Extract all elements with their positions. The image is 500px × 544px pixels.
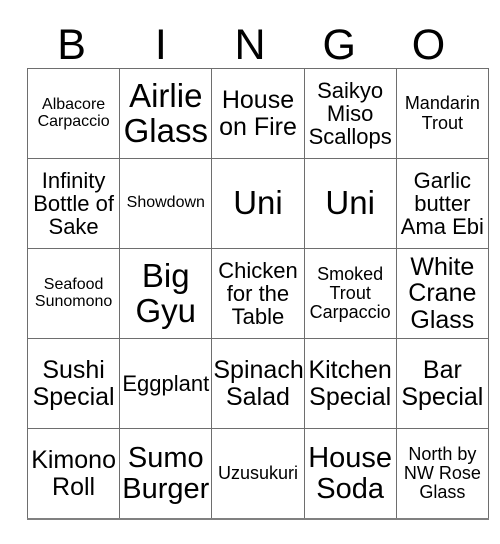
bingo-cell[interactable]: Albacore Carpaccio [26,68,121,159]
bingo-grid: Albacore Carpaccio Airlie Glass House on… [26,68,489,520]
bingo-cell-label: Showdown [126,194,205,212]
bingo-cell-label: Mandarin Trout [404,93,480,133]
bingo-cell[interactable]: Infinity Bottle of Sake [26,158,121,249]
bingo-row: Kimono Roll Sumo Burger Uzusukuri House … [26,428,489,520]
bingo-cell-label: Albacore Carpaccio [37,95,110,130]
bingo-header-letter-g: G [322,21,356,69]
bingo-cell-label: Seafood Sunomono [34,275,113,310]
bingo-cell-label: Eggplant [122,370,210,396]
bingo-cell[interactable]: Kitchen Special [303,338,397,429]
bingo-cell[interactable]: Eggplant [119,338,213,429]
bingo-cell-label: Uni [233,184,283,222]
bingo-header-letter-b: B [57,21,86,69]
bingo-cell[interactable]: Seafood Sunomono [26,248,121,339]
bingo-cell-label: House on Fire [219,86,297,141]
bingo-cell-label: White Crane Glass [408,252,477,334]
bingo-row: Infinity Bottle of Sake Showdown Uni Uni… [26,158,489,249]
bingo-header-row: B I N G O [27,18,473,68]
bingo-cell[interactable]: Mandarin Trout [395,68,489,159]
bingo-header-letter-i: I [154,21,167,69]
bingo-cell-label: Uni [325,184,375,222]
bingo-cell[interactable]: Uni [303,158,397,249]
bingo-cell-label: Sumo Burger [122,441,210,505]
bingo-cell-label: House Soda [308,441,393,505]
bingo-cell-label: Chicken for the Table [218,257,298,330]
bingo-cell[interactable]: Chicken for the Table [211,248,305,339]
bingo-cell[interactable]: House on Fire [211,68,305,159]
bingo-cell-label: Big Gyu [135,256,197,329]
bingo-cell[interactable]: Garlic butter Ama Ebi [395,158,489,249]
bingo-cell[interactable]: Spinach Salad [211,338,305,429]
bingo-cell[interactable]: Airlie Glass [119,68,213,159]
bingo-cell-label: Sushi Special [32,356,115,411]
bingo-cell[interactable]: Saikyo Miso Scallops [303,68,397,159]
bingo-cell[interactable]: Kimono Roll [26,428,121,520]
bingo-cell[interactable]: Sushi Special [26,338,121,429]
bingo-cell-label: Uzusukuri [217,462,298,483]
bingo-header-letter-o: O [411,21,446,69]
bingo-cell[interactable]: North by NW Rose Glass [395,428,489,520]
bingo-cell[interactable]: Sumo Burger [119,428,213,520]
bingo-card: B I N G O Albacore Carpaccio Airlie Glas… [26,18,489,520]
bingo-cell-label: Kimono Roll [31,446,116,501]
bingo-cell[interactable]: Big Gyu [119,248,213,339]
bingo-cell[interactable]: Uni [211,158,305,249]
bingo-header-letter-n: N [234,21,266,69]
bingo-cell[interactable]: Bar Special [395,338,489,429]
bingo-cell[interactable]: Uzusukuri [211,428,305,520]
bingo-cell-label: Kitchen Special [308,356,392,411]
bingo-cell-label: Garlic butter Ama Ebi [400,167,484,240]
bingo-cell-label: Saikyo Miso Scallops [308,77,392,150]
bingo-cell[interactable]: White Crane Glass [395,248,489,339]
bingo-cell-label: Infinity Bottle of Sake [33,167,114,240]
bingo-row: Seafood Sunomono Big Gyu Chicken for the… [26,248,489,339]
bingo-row: Sushi Special Eggplant Spinach Salad Kit… [26,338,489,429]
bingo-cell-label: North by NW Rose Glass [403,443,481,503]
bingo-row: Albacore Carpaccio Airlie Glass House on… [26,68,489,159]
bingo-cell-label: Bar Special [401,356,484,411]
bingo-cell-label: Spinach Salad [213,356,304,411]
bingo-cell[interactable]: Showdown [119,158,213,249]
bingo-cell[interactable]: House Soda [303,428,397,520]
bingo-cell-label: Airlie Glass [123,76,208,149]
bingo-cell[interactable]: Smoked Trout Carpaccio [303,248,397,339]
bingo-cell-label: Smoked Trout Carpaccio [309,263,391,323]
